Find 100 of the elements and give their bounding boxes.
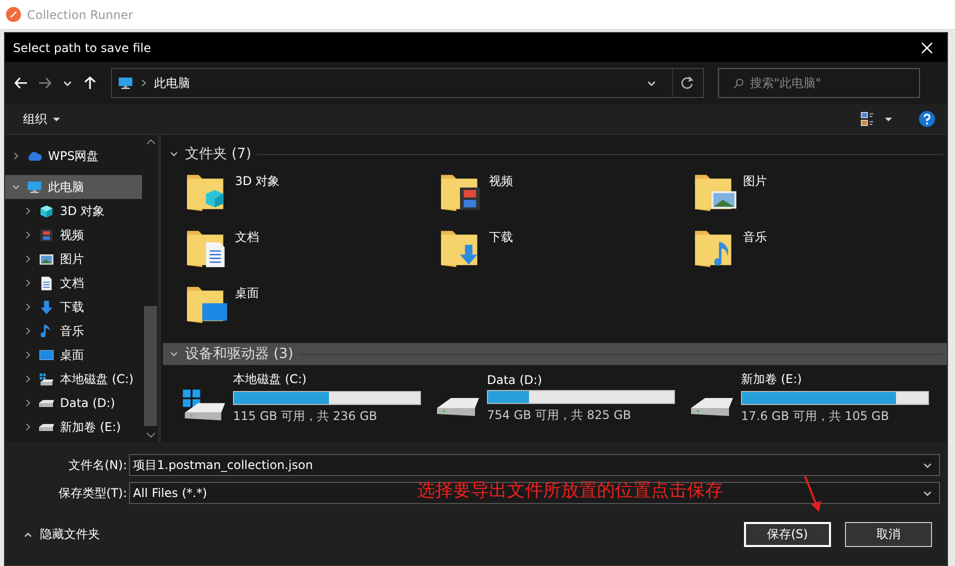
tree-item[interactable]: 3D 对象 — [5, 199, 142, 223]
search-icon — [733, 78, 744, 88]
folder-name: 3D 对象 — [235, 173, 280, 190]
app-title: Collection Runner — [27, 8, 134, 22]
hard-drive-icon — [690, 397, 734, 417]
folder-item[interactable]: 视频 — [439, 171, 693, 227]
address-bar[interactable]: 此电脑 — [111, 68, 704, 98]
scroll-down-icon[interactable] — [146, 432, 156, 438]
expand-chevron-icon[interactable] — [23, 230, 33, 240]
film-icon — [38, 226, 55, 244]
tree-item-label: 视频 — [60, 226, 84, 244]
folder-item[interactable]: 音乐 — [693, 227, 933, 283]
tree-item[interactable]: 桌面 — [5, 343, 142, 367]
group-title: 设备和驱动器 (3) — [185, 345, 294, 363]
drive-space: 17.6 GB 可用，共 105 GB — [741, 408, 890, 425]
view-caret-icon[interactable] — [884, 114, 893, 124]
scroll-up-icon[interactable] — [146, 139, 156, 145]
tree-item-label: 文档 — [60, 274, 84, 292]
hard-drive-icon — [38, 370, 55, 388]
drive-name: Data (D:) — [487, 372, 544, 386]
breadcrumb-chevron-icon — [141, 78, 147, 88]
drive-item[interactable]: 本地磁盘 (C:) 115 GB 可用，共 236 GB — [181, 371, 435, 425]
tree-item-label: 图片 — [60, 250, 84, 268]
folder-name: 文档 — [235, 229, 259, 246]
annotation-text: 选择要导出文件所放置的位置点击保存 — [417, 479, 723, 502]
annotation-arrow — [803, 474, 823, 514]
folder-name: 桌面 — [235, 285, 259, 302]
expand-chevron-icon[interactable] — [23, 422, 33, 432]
cube-icon — [38, 202, 55, 220]
folder-name: 图片 — [743, 173, 767, 190]
drive-space: 115 GB 可用，共 236 GB — [233, 408, 378, 425]
computer-icon — [117, 74, 134, 92]
expand-chevron-icon[interactable] — [23, 374, 33, 384]
forward-arrow-icon[interactable] — [38, 76, 52, 90]
folder-item[interactable]: 下载 — [439, 227, 693, 283]
tree-item[interactable]: 下载 — [5, 295, 142, 319]
folder-name: 下载 — [489, 229, 513, 246]
tree-item[interactable]: 本地磁盘 (C:) — [5, 367, 142, 391]
tree-item-label: 音乐 — [60, 322, 84, 340]
tree-item-label: 本地磁盘 (C:) — [60, 370, 134, 388]
app-logo-icon — [6, 7, 21, 22]
collapse-chevron-icon[interactable] — [169, 149, 179, 159]
help-icon[interactable] — [919, 111, 935, 127]
field-label: 文件名(N): — [68, 456, 127, 474]
expand-chevron-icon[interactable] — [23, 302, 33, 312]
tree-item-label: 新加卷 (E:) — [60, 418, 121, 436]
organize-menu-button[interactable]: 组织 — [19, 108, 65, 130]
expand-chevron-icon[interactable] — [23, 326, 33, 336]
tree-item-label: WPS网盘 — [48, 148, 99, 164]
search-field[interactable]: 搜索"此电脑" — [718, 68, 920, 98]
expand-chevron-icon[interactable] — [23, 206, 33, 216]
collapse-chevron-icon[interactable] — [169, 349, 179, 359]
drive-name: 本地磁盘 (C:) — [233, 371, 308, 388]
hard-drive-icon — [38, 422, 55, 432]
folder-name: 视频 — [489, 173, 513, 190]
tree-item[interactable]: WPS网盘 — [5, 144, 142, 168]
collapse-chevron-icon[interactable] — [11, 182, 21, 192]
tree-item[interactable]: 图片 — [5, 247, 142, 271]
refresh-icon[interactable] — [680, 76, 694, 90]
tree-item[interactable]: 音乐 — [5, 319, 142, 343]
tree-item-label: Data (D:) — [60, 396, 116, 410]
group-header[interactable]: 文件夹 (7) — [163, 143, 947, 165]
group-header[interactable]: 设备和驱动器 (3) — [163, 343, 947, 365]
expand-chevron-icon[interactable] — [23, 350, 33, 360]
breadcrumb-item[interactable]: 此电脑 — [154, 74, 190, 92]
save-button[interactable]: 保存(S) — [744, 522, 831, 547]
folder-item[interactable]: 桌面 — [185, 283, 439, 339]
close-icon — [921, 42, 933, 54]
drive-item[interactable]: 新加卷 (E:) 17.6 GB 可用，共 105 GB — [689, 371, 947, 425]
cancel-button[interactable]: 取消 — [845, 522, 932, 547]
tree-item-label: 桌面 — [60, 346, 84, 364]
filename-field[interactable]: 项目1.postman_collection.json — [129, 454, 940, 476]
tree-item[interactable]: 视频 — [5, 223, 142, 247]
view-options-icon[interactable] — [860, 111, 874, 127]
field-label: 保存类型(T): — [57, 484, 127, 502]
folder-item[interactable]: 3D 对象 — [185, 171, 439, 227]
drive-name: 新加卷 (E:) — [741, 371, 803, 388]
group-title: 文件夹 (7) — [185, 145, 252, 163]
expand-chevron-icon[interactable] — [23, 398, 33, 408]
expand-chevron-icon[interactable] — [11, 151, 21, 161]
folder-item[interactable]: 图片 — [693, 171, 933, 227]
tree-item[interactable]: 此电脑 — [5, 175, 142, 199]
tree-item-label: 此电脑 — [48, 178, 84, 196]
hard-drive-icon — [436, 397, 480, 417]
up-arrow-icon[interactable] — [83, 76, 97, 90]
drive-item[interactable]: Data (D:) 754 GB 可用，共 825 GB — [435, 371, 689, 425]
tree-item-label: 3D 对象 — [60, 202, 105, 220]
folder-item[interactable]: 文档 — [185, 227, 439, 283]
back-arrow-icon[interactable] — [14, 76, 28, 90]
tree-item-label: 下载 — [60, 298, 84, 316]
expand-chevron-icon[interactable] — [23, 254, 33, 264]
tree-item[interactable]: 新加卷 (E:) — [5, 415, 142, 439]
download-arrow-icon — [38, 298, 55, 316]
expand-chevron-icon[interactable] — [23, 278, 33, 288]
tree-item[interactable]: Data (D:) — [5, 391, 142, 415]
scrollbar-thumb[interactable] — [144, 306, 157, 426]
tree-item[interactable]: 文档 — [5, 271, 142, 295]
dialog-title: Select path to save file — [13, 40, 152, 54]
hide-folders-button[interactable]: 隐藏文件夹 — [17, 525, 106, 544]
hard-drive-icon — [38, 398, 55, 408]
